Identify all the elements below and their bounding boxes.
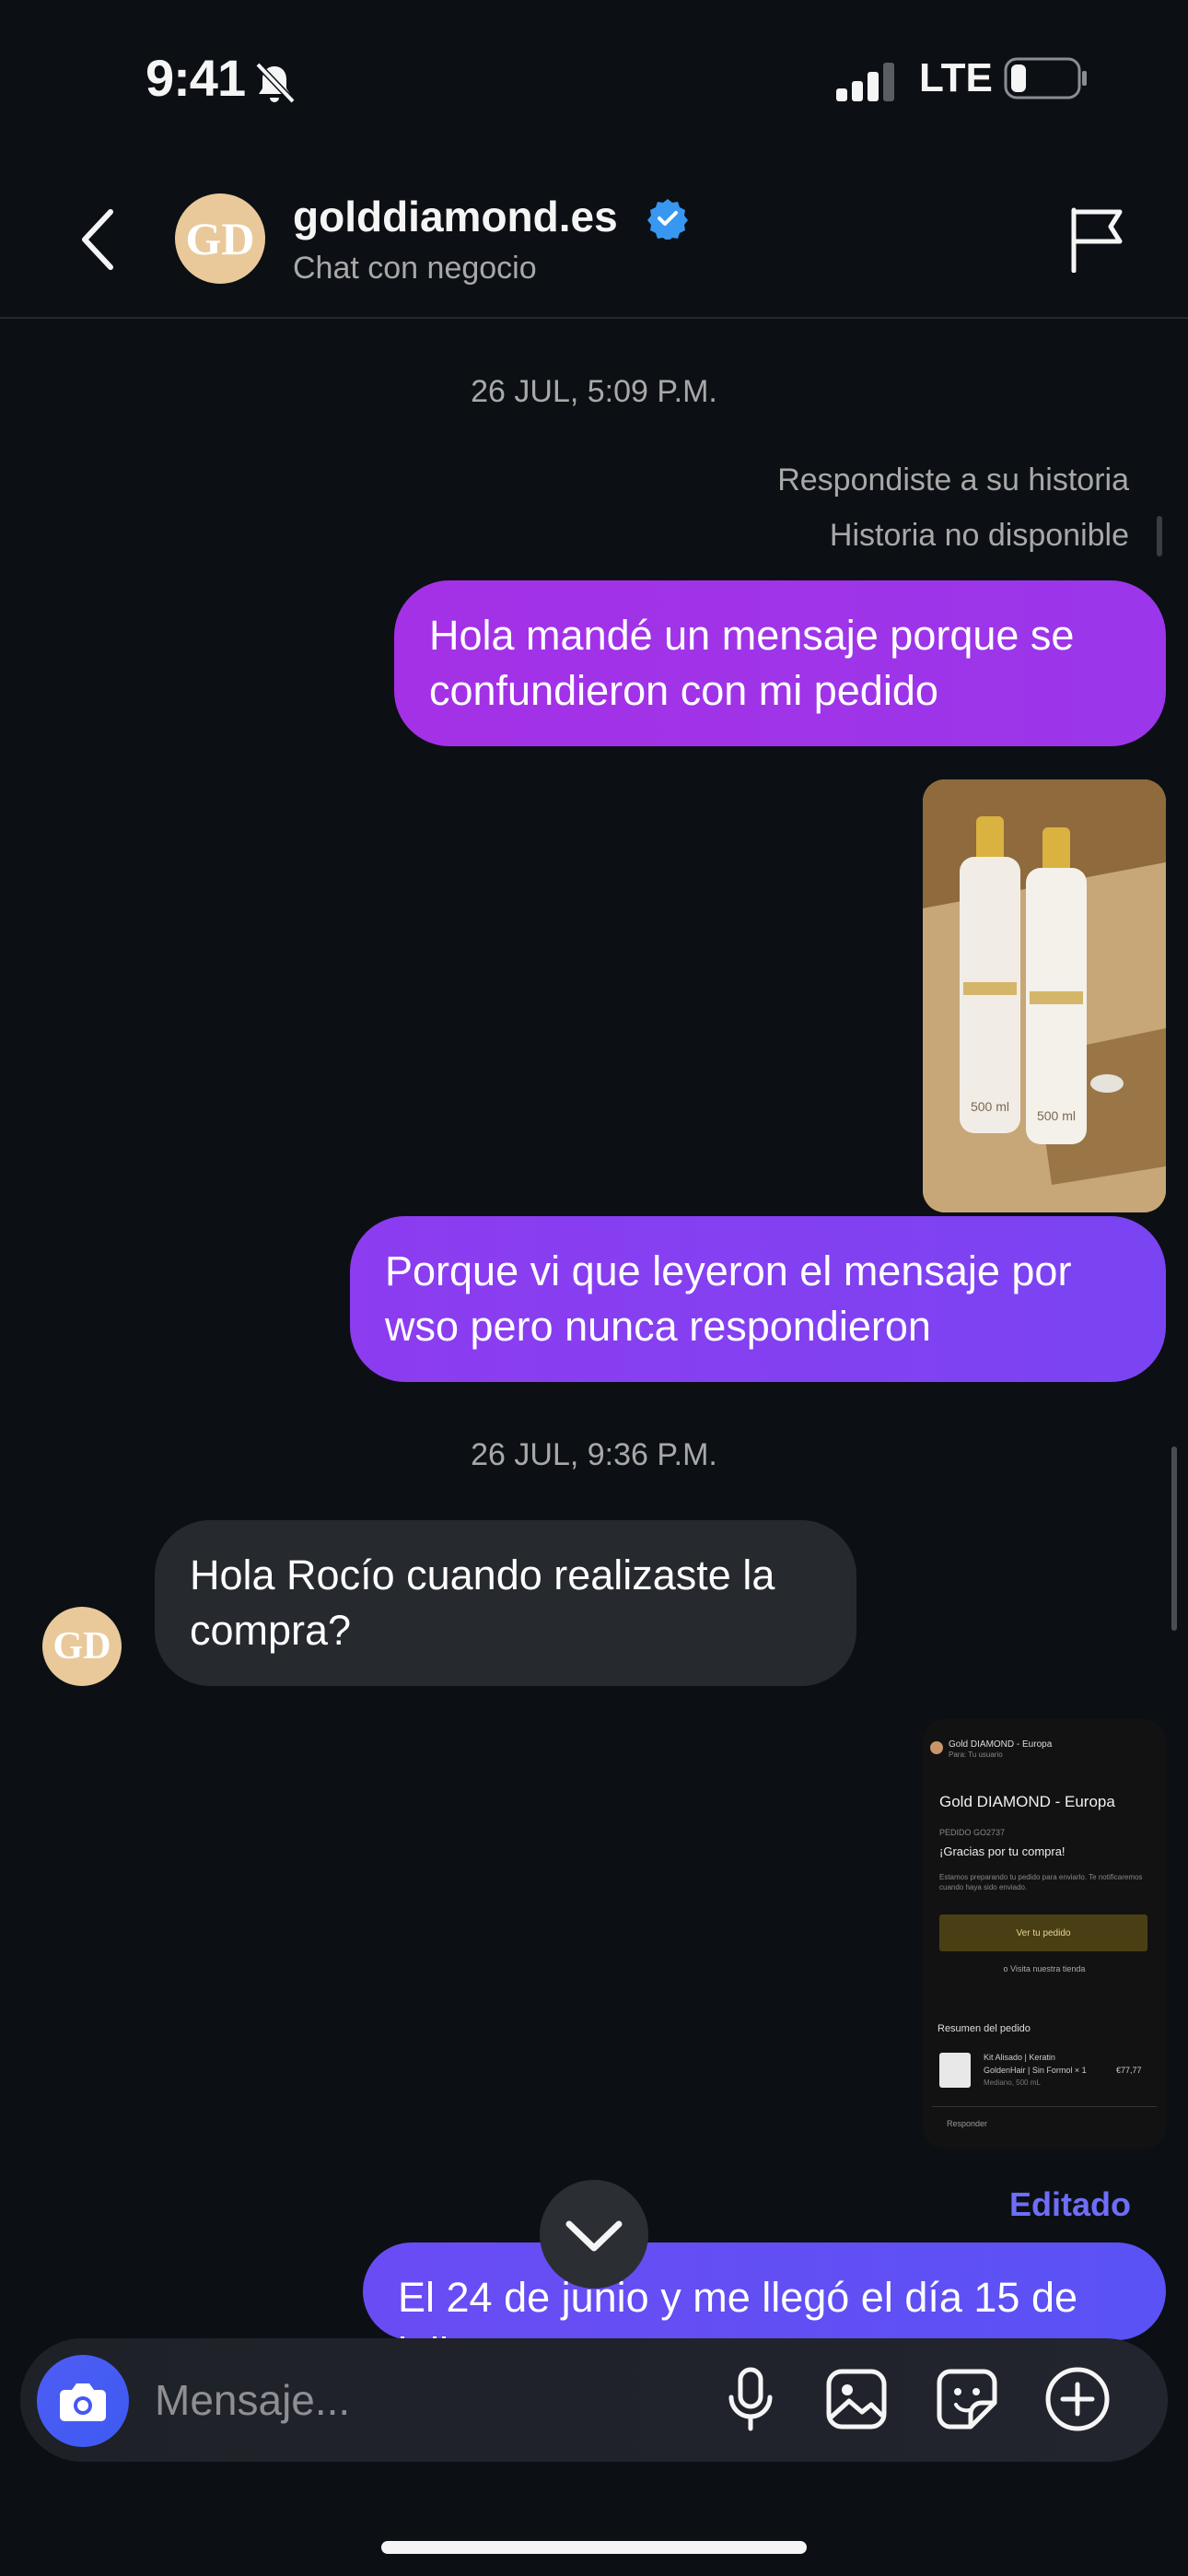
microphone-icon[interactable] xyxy=(718,2366,783,2432)
network-label: LTE xyxy=(919,55,993,100)
back-button[interactable] xyxy=(72,203,127,276)
verified-badge-icon xyxy=(647,199,688,240)
chat-title[interactable]: golddiamond.es xyxy=(293,192,618,241)
product-name-2: GoldenHair | Sin Formol × 1 xyxy=(984,2066,1087,2075)
business-avatar[interactable]: GD xyxy=(175,193,265,284)
report-flag-button[interactable] xyxy=(1066,206,1127,273)
view-order-button: Ver tu pedido xyxy=(939,1914,1147,1951)
avatar-logo: GD xyxy=(52,1625,111,1668)
visit-store-link: o Visita nuestra tienda xyxy=(1003,1964,1086,1973)
message-outgoing[interactable]: El 24 de junio y me llegó el día 15 de j… xyxy=(363,2242,1166,2340)
divider xyxy=(932,2106,1157,2107)
reply-link: Responder xyxy=(947,2119,988,2128)
product-price: €77,77 xyxy=(1116,2066,1142,2075)
product-size: Mediano, 500 mL xyxy=(984,2078,1041,2087)
chat-subtitle: Chat con negocio xyxy=(293,251,537,286)
story-reply-note: Respondiste a su historia xyxy=(777,463,1129,498)
camera-icon xyxy=(60,2383,106,2421)
sticker-icon[interactable] xyxy=(934,2366,1000,2432)
email-to: Para: Tu usuario xyxy=(949,1751,1003,1759)
bottles-photo: 500 ml 500 ml xyxy=(923,779,1166,1212)
product-thumb xyxy=(939,2053,971,2088)
story-unavailable-note: Historia no disponible xyxy=(829,518,1129,553)
gallery-icon[interactable] xyxy=(823,2366,890,2432)
thanks-heading: ¡Gracias por tu compra! xyxy=(939,1844,1066,1858)
camera-button[interactable] xyxy=(37,2355,129,2447)
message-screenshot[interactable]: Gold DIAMOND - Europa Para: Tu usuario G… xyxy=(923,1719,1166,2149)
summary-heading: Resumen del pedido xyxy=(938,2023,1031,2034)
battery-icon xyxy=(1004,57,1087,100)
message-outgoing[interactable]: Porque vi que leyeron el mensaje por wso… xyxy=(350,1216,1166,1382)
scroll-down-button[interactable] xyxy=(540,2180,648,2289)
sender-avatar[interactable]: GD xyxy=(42,1607,122,1686)
message-incoming[interactable]: Hola Rocío cuando realizaste la compra? xyxy=(155,1520,856,1686)
message-input[interactable]: Mensaje... xyxy=(155,2375,350,2425)
bottle-volume-right: 500 ml xyxy=(1037,1108,1076,1123)
avatar-logo: GD xyxy=(185,213,255,264)
bell-muted-icon xyxy=(255,62,296,104)
signal-icon xyxy=(836,63,894,101)
timestamp: 26 JUL, 9:36 P.M. xyxy=(471,1437,717,1472)
product-name: Kit Alisado | Keratin xyxy=(984,2053,1055,2062)
message-outgoing[interactable]: Hola mandé un mensaje porque se confundi… xyxy=(394,580,1166,746)
chevron-down-icon xyxy=(565,2220,623,2252)
message-photo[interactable]: 500 ml 500 ml xyxy=(923,779,1166,1212)
sender-avatar-mini xyxy=(930,1741,943,1754)
email-body: Estamos preparando tu pedido para enviar… xyxy=(939,1873,1143,1891)
email-title: Gold DIAMOND - Europa xyxy=(939,1793,1115,1810)
order-number: PEDIDO GO2737 xyxy=(939,1828,1006,1837)
status-time: 9:41 xyxy=(146,49,246,107)
bottle-volume-left: 500 ml xyxy=(971,1099,1009,1114)
email-sender: Gold DIAMOND - Europa xyxy=(949,1739,1053,1750)
scroll-indicator xyxy=(1157,516,1162,556)
scroll-indicator[interactable] xyxy=(1171,1446,1177,1631)
timestamp: 26 JUL, 5:09 P.M. xyxy=(471,374,717,409)
edited-label: Editado xyxy=(1009,2185,1131,2223)
plus-icon[interactable] xyxy=(1042,2364,1112,2434)
home-indicator[interactable] xyxy=(381,2541,807,2554)
header-divider xyxy=(0,317,1188,319)
